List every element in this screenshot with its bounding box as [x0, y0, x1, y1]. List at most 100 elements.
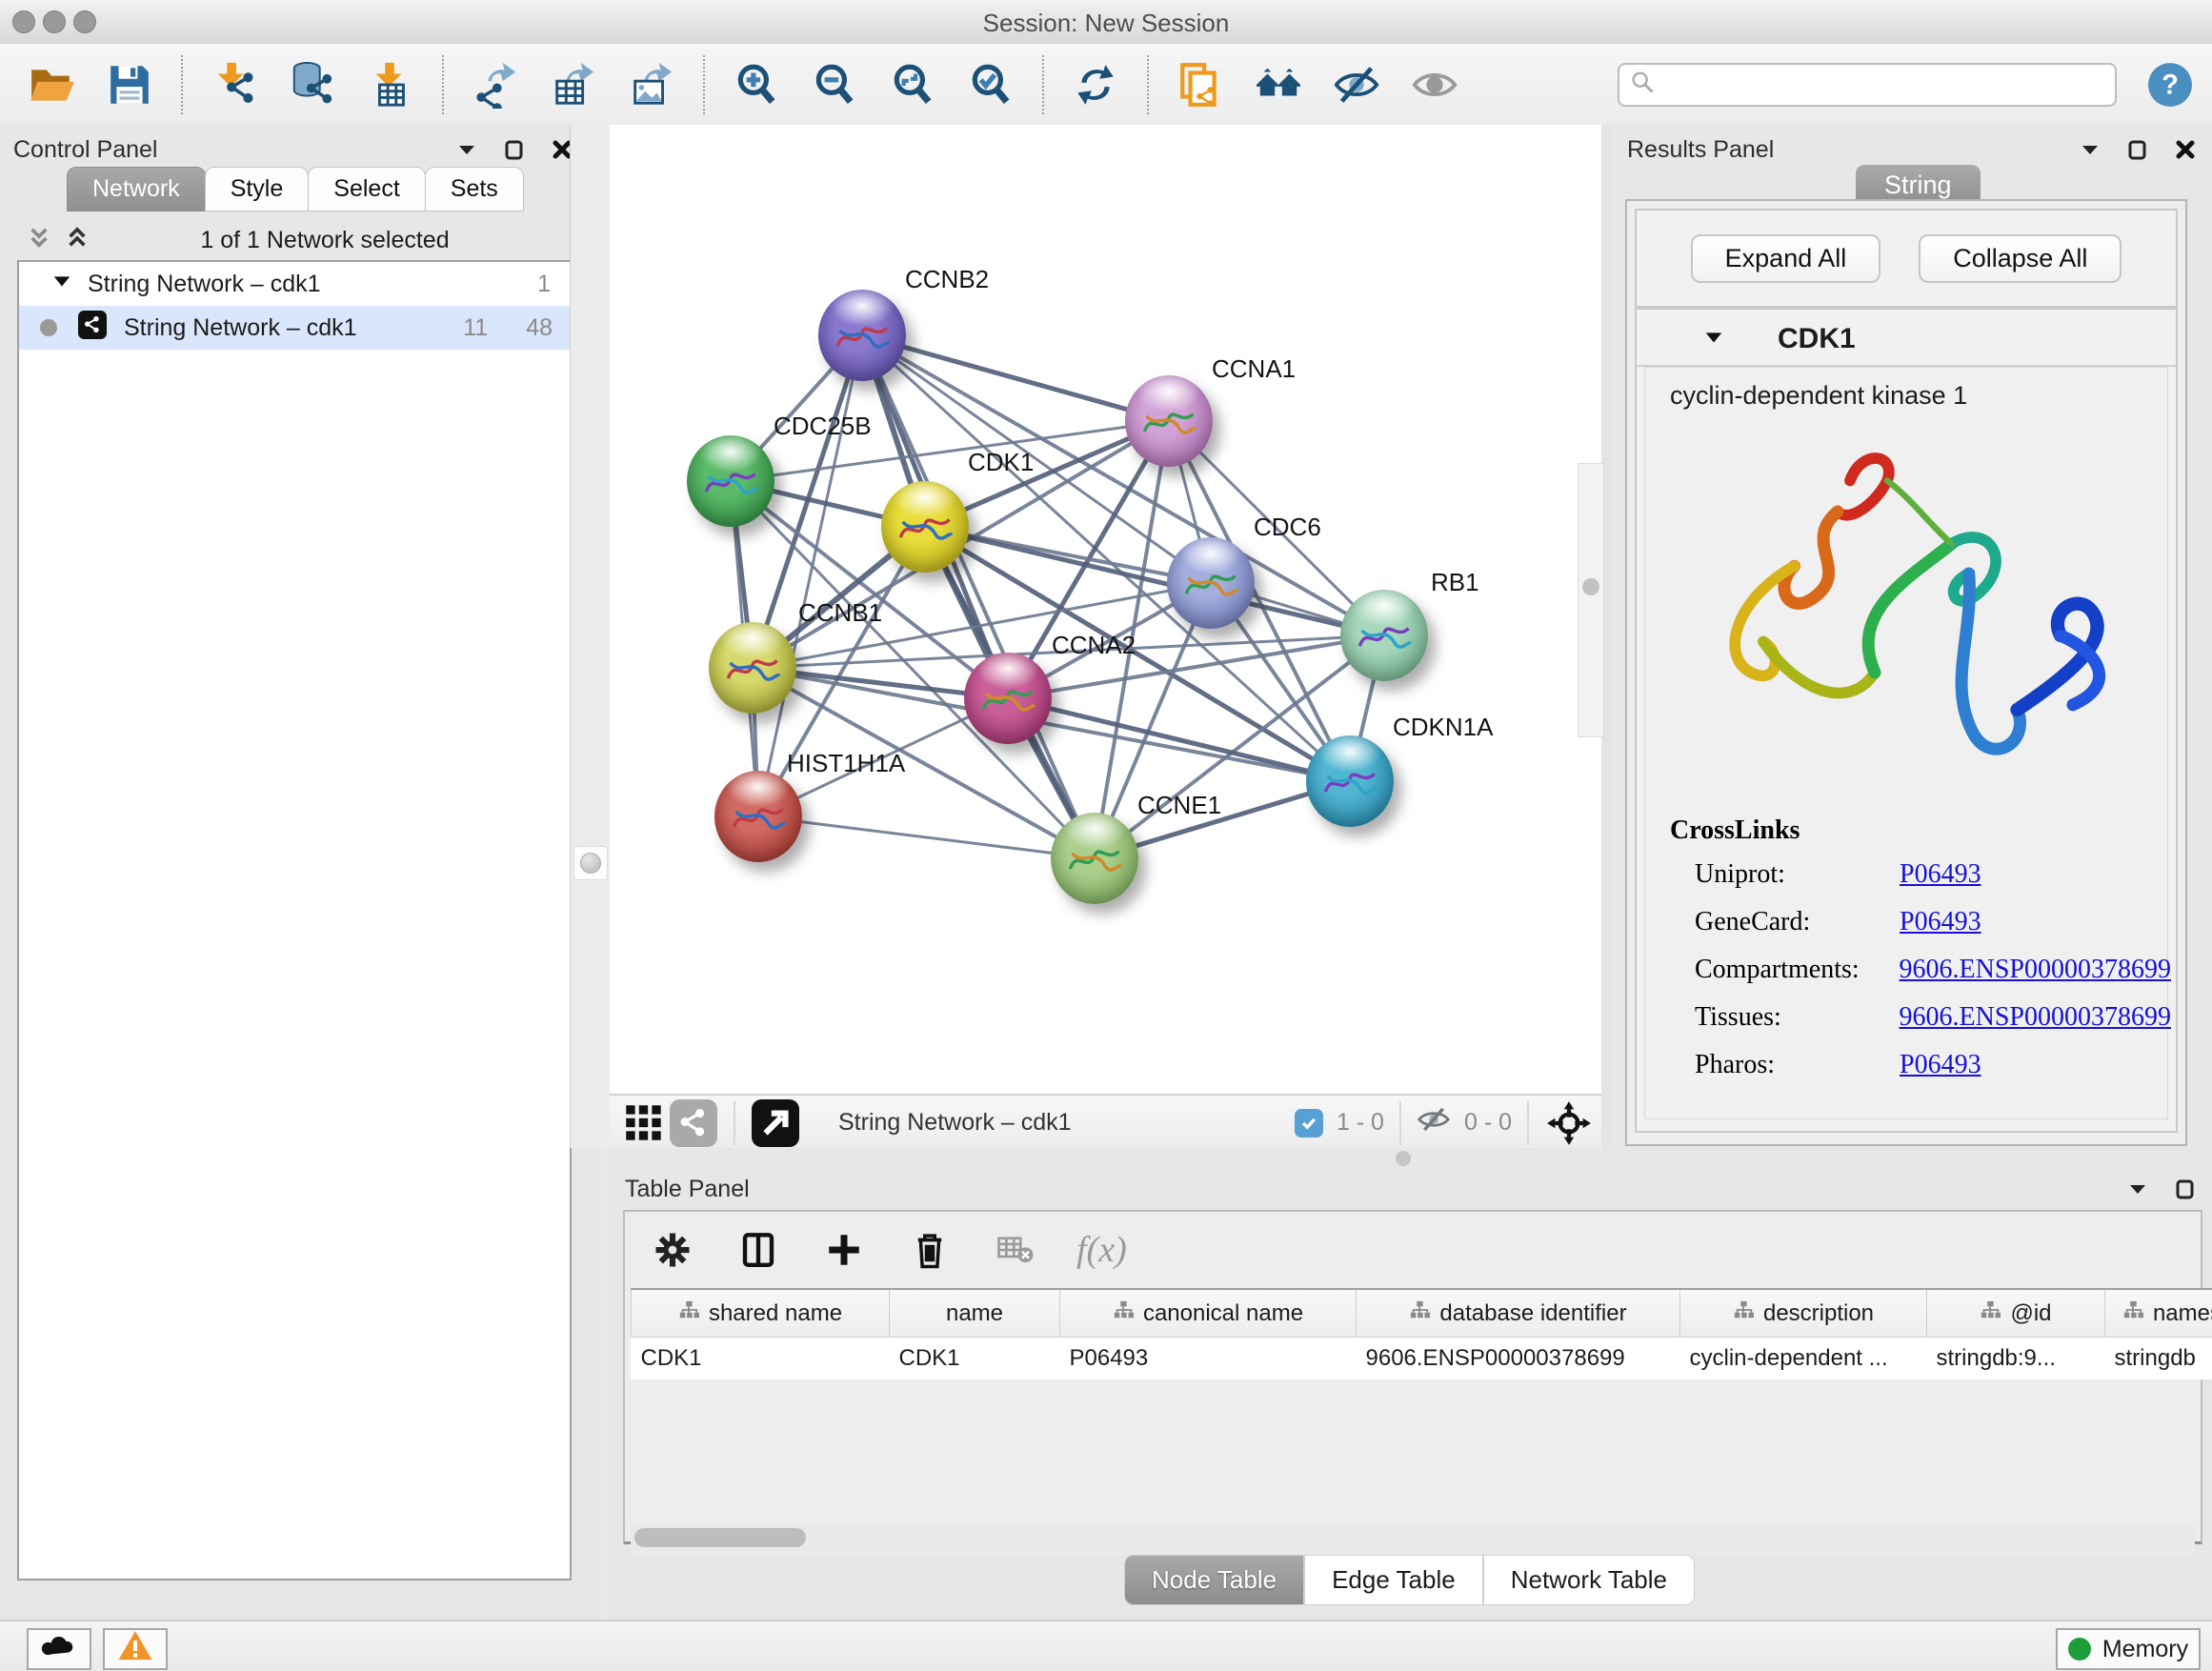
network-share-icon[interactable]: [669, 1098, 718, 1148]
table-row[interactable]: CDK1CDK1P064939606.ENSP00000378699cyclin…: [632, 1338, 2212, 1380]
copy-documents-icon[interactable]: [1176, 60, 1225, 110]
crosslink-link[interactable]: P06493: [1900, 907, 1981, 937]
node-label-ccnb1: CCNB1: [798, 598, 882, 628]
import-table-icon[interactable]: [366, 60, 415, 110]
node-cdc25b[interactable]: [687, 435, 774, 527]
expand-all-icon[interactable]: [67, 226, 88, 255]
table-settings-icon[interactable]: [648, 1225, 697, 1275]
memory-status-dot: [2068, 1638, 2091, 1661]
panel-float-icon[interactable]: [2126, 138, 2149, 166]
collapse-all-button[interactable]: Collapse All: [1919, 234, 2122, 283]
collapse-all-icon[interactable]: [29, 226, 50, 255]
save-floppy-icon[interactable]: [105, 60, 154, 110]
zoom-fit-icon[interactable]: [888, 60, 937, 110]
gene-name: CDK1: [1778, 323, 1856, 355]
section-expander-icon[interactable]: [1703, 327, 1724, 352]
column-header-namespace[interactable]: namespace: [2105, 1289, 2212, 1338]
panel-close-icon[interactable]: [2174, 138, 2197, 166]
crosslink-label: Compartments:: [1695, 955, 1900, 985]
search-box[interactable]: [1618, 63, 2117, 107]
detach-view-icon[interactable]: [751, 1098, 800, 1148]
tab-style[interactable]: Style: [205, 167, 310, 211]
tree-expander-icon[interactable]: [51, 271, 72, 298]
export-image-icon[interactable]: [627, 60, 676, 110]
cloud-button[interactable]: [27, 1628, 91, 1670]
expand-all-button[interactable]: Expand All: [1691, 234, 1881, 283]
node-cdc6[interactable]: [1167, 537, 1255, 629]
column-header-canonicalname[interactable]: canonical name: [1060, 1289, 1357, 1338]
tab-node-table[interactable]: Node Table: [1124, 1555, 1304, 1605]
eye-crossed-icon[interactable]: [1332, 60, 1381, 110]
eye-icon[interactable]: [1410, 60, 1459, 110]
thumbnail-grid-icon[interactable]: [619, 1098, 669, 1148]
network-collection-row[interactable]: String Network – cdk1 1: [19, 262, 570, 306]
splitter-grip-icon[interactable]: [1396, 1151, 1411, 1166]
node-cdk1[interactable]: [881, 481, 969, 573]
node-hist1h1a[interactable]: [714, 771, 802, 862]
network-row-selected[interactable]: String Network – cdk1 11 48: [19, 306, 570, 350]
tab-network-table[interactable]: Network Table: [1483, 1555, 1695, 1605]
zoom-selected-icon[interactable]: [966, 60, 1016, 110]
horizontal-splitter[interactable]: [610, 1148, 2212, 1170]
column-header-databaseidentifier[interactable]: database identifier: [1357, 1289, 1680, 1338]
search-input[interactable]: [1656, 70, 2105, 99]
node-ccne1[interactable]: [1051, 813, 1138, 904]
crosslink-label: Uniprot:: [1695, 859, 1900, 890]
open-folder-icon[interactable]: [27, 60, 76, 110]
panel-menu-icon[interactable]: [2126, 1178, 2149, 1205]
node-rb1[interactable]: [1340, 590, 1428, 681]
refresh-icon[interactable]: [1071, 60, 1120, 110]
node-ccna1[interactable]: [1125, 375, 1213, 467]
column-header-sharedname[interactable]: shared name: [632, 1289, 890, 1338]
import-network-icon[interactable]: [210, 60, 259, 110]
main-toolbar: ?: [0, 44, 2212, 127]
network-view-title: String Network – cdk1: [838, 1109, 1072, 1137]
show-columns-icon[interactable]: [734, 1225, 783, 1275]
crosslink-link[interactable]: P06493: [1900, 1050, 1981, 1080]
tab-select[interactable]: Select: [308, 167, 425, 211]
network-view-canvas[interactable]: CCNB2CCNA1CDC25BCDK1CDC6RB1CCNB1CCNA2CDK…: [610, 125, 1601, 1094]
panel-float-icon[interactable]: [503, 138, 526, 166]
node-ccnb1[interactable]: [709, 622, 796, 714]
warnings-button[interactable]: [103, 1628, 168, 1670]
node-table[interactable]: shared namenamecanonical namedatabase id…: [631, 1288, 2212, 1379]
delete-column-icon[interactable]: [905, 1225, 955, 1275]
node-ccna2[interactable]: [964, 653, 1052, 744]
help-icon[interactable]: ?: [2145, 60, 2195, 110]
tab-edge-table[interactable]: Edge Table: [1304, 1555, 1483, 1605]
zoom-out-icon[interactable]: [810, 60, 859, 110]
protein-thumbnail-icon: [1351, 610, 1418, 665]
export-table-icon[interactable]: [549, 60, 598, 110]
scrollbar-thumb[interactable]: [634, 1528, 806, 1547]
panel-float-icon[interactable]: [2174, 1178, 2197, 1205]
crosshair-icon[interactable]: [1544, 1098, 1594, 1148]
svg-text:?: ?: [2162, 70, 2179, 100]
selected-checkbox-icon[interactable]: [1295, 1109, 1323, 1137]
node-cdkn1a[interactable]: [1306, 735, 1394, 827]
zoom-in-icon[interactable]: [732, 60, 781, 110]
import-database-icon[interactable]: [288, 60, 337, 110]
tab-sets[interactable]: Sets: [425, 167, 524, 211]
node-ccnb2[interactable]: [818, 290, 906, 381]
crosslink-link[interactable]: 9606.ENSP00000378699: [1900, 955, 2171, 985]
add-column-icon[interactable]: [819, 1225, 869, 1275]
panel-menu-icon[interactable]: [455, 138, 478, 166]
tab-network[interactable]: Network: [67, 167, 206, 211]
column-header-name[interactable]: name: [890, 1289, 1060, 1338]
hidden-eye-icon[interactable]: [1417, 1102, 1451, 1143]
collection-count: 1: [537, 271, 551, 298]
crosslink-link[interactable]: P06493: [1900, 859, 1981, 890]
memory-button[interactable]: Memory: [2056, 1628, 2201, 1670]
column-header-id[interactable]: @id: [1927, 1289, 2105, 1338]
splitter-grip[interactable]: [573, 846, 608, 880]
protein-thumbnail-icon: [725, 791, 792, 846]
export-network-icon[interactable]: [471, 60, 520, 110]
column-header-description[interactable]: description: [1680, 1289, 1927, 1338]
node-label-ccne1: CCNE1: [1137, 791, 1221, 820]
houses-icon[interactable]: [1254, 60, 1303, 110]
node-label-ccna2: CCNA2: [1052, 631, 1136, 660]
vertical-splitter-left[interactable]: [570, 125, 611, 1148]
table-hscrollbar[interactable]: [631, 1522, 2195, 1555]
panel-menu-icon[interactable]: [2079, 138, 2101, 166]
crosslink-link[interactable]: 9606.ENSP00000378699: [1900, 1002, 2171, 1033]
